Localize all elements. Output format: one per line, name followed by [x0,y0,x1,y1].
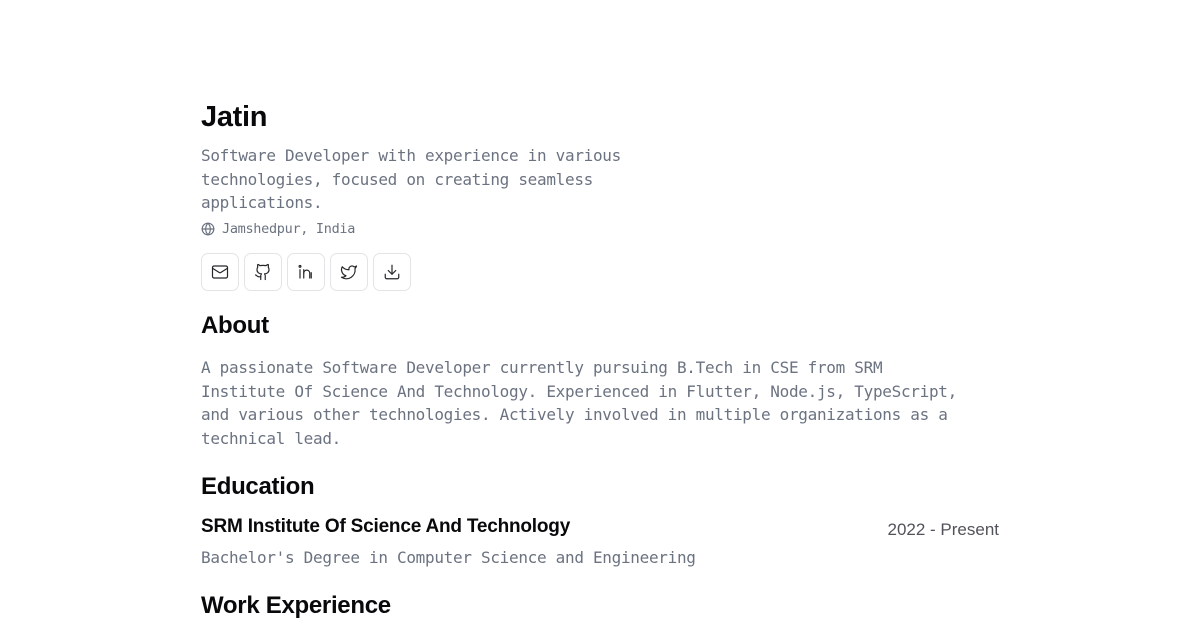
education-degree: Bachelor's Degree in Computer Science an… [201,548,696,567]
location-link[interactable]: Jamshedpur, India [201,220,355,238]
email-button[interactable] [201,253,239,291]
location-text: Jamshedpur, India [222,221,356,237]
twitter-icon [340,265,358,280]
resume-download-button[interactable] [373,253,411,291]
profile-name: Jatin [201,101,268,133]
social-links [201,253,411,291]
education-heading: Education [201,473,315,500]
education-dates: 2022 - Present [887,520,999,539]
education-school: SRM Institute Of Science And Technology [201,516,571,537]
profile-tagline: Software Developer with experience in va… [201,146,621,213]
twitter-button[interactable] [330,253,368,291]
about-text: A passionate Software Developer currentl… [201,358,957,449]
linkedin-icon [298,264,312,279]
github-icon [254,263,270,281]
about-heading: About [201,312,269,339]
work-experience-heading: Work Experience [201,592,391,619]
github-button[interactable] [244,253,282,291]
globe-icon [201,222,215,236]
linkedin-button[interactable] [287,253,325,291]
mail-icon [211,265,229,279]
download-icon [384,264,400,280]
